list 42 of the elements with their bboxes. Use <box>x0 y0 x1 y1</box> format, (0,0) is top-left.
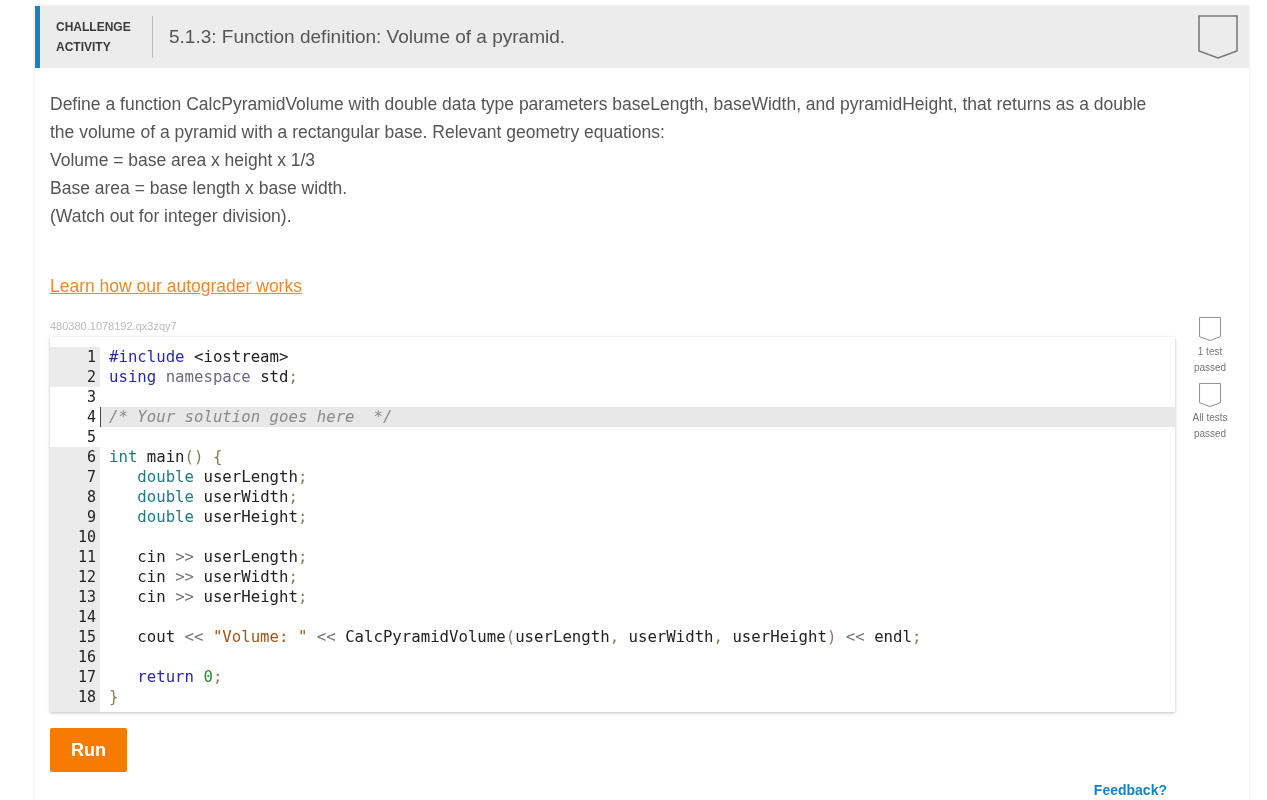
line-number: 15 <box>50 627 100 647</box>
code-line: double userHeight; <box>136 507 309 527</box>
test-status-label: 1 test passed <box>1192 345 1228 375</box>
description-text: Define a function CalcPyramidVolume with double data type parameters baseLength, baseWidth, and pyramidHeight, that returns as a double the volume of a pyramid with a rectangular base. Relevant geometry equations: <box>50 93 1148 144</box>
line-number: 6 <box>50 447 100 467</box>
code-line: using namespace std; <box>108 367 299 387</box>
line-number: 13 <box>50 587 100 607</box>
code-line: cout << "Volume: " << CalcPyramidVolume(userLength, userWidth, userHeight) << endl; <box>136 627 923 647</box>
line-number: 10 <box>50 527 100 547</box>
code-line: int main() { <box>108 447 224 467</box>
description-text: Volume = base area x height x 1/3 <box>50 149 317 172</box>
test-status-label: All tests passed <box>1191 411 1229 441</box>
description-text: (Watch out for integer division). <box>50 205 293 228</box>
line-number: 18 <box>50 687 100 707</box>
activity-id: 480380.1078192.qx3zqy7 <box>50 319 178 333</box>
run-button[interactable]: Run <box>50 728 127 772</box>
code-line: double userWidth; <box>136 487 299 507</box>
code-line: cin >> userHeight; <box>136 587 309 607</box>
description-text: Base area = base length x base width. <box>50 177 349 200</box>
code-line: /* Your solution goes here */ <box>100 407 1175 427</box>
line-number: 17 <box>50 667 100 687</box>
feedback-link[interactable]: Feedback? <box>1093 782 1167 798</box>
line-number: 2 <box>50 367 100 387</box>
line-number: 1 <box>50 347 100 367</box>
code-line: #include <iostream> <box>108 347 290 367</box>
line-number: 16 <box>50 647 100 667</box>
activity-title: 5.1.3: Function definition: Volume of a pyramid. <box>169 26 567 48</box>
code-line: } <box>108 687 120 707</box>
line-number: 4 <box>50 407 100 427</box>
code-editor[interactable] <box>50 337 1175 712</box>
code-line: cin >> userWidth; <box>136 567 299 587</box>
line-number: 7 <box>50 467 100 487</box>
line-number: 11 <box>50 547 100 567</box>
activity-label: CHALLENGE ACTIVITY <box>56 16 153 58</box>
line-number: 9 <box>50 507 100 527</box>
line-number: 14 <box>50 607 100 627</box>
code-line: cin >> userLength; <box>136 547 309 567</box>
autograder-link[interactable]: Learn how our autograder works <box>50 272 302 300</box>
code-line: return 0; <box>136 667 224 687</box>
line-number: 8 <box>50 487 100 507</box>
code-line: double userLength; <box>136 467 309 487</box>
line-number: 12 <box>50 567 100 587</box>
